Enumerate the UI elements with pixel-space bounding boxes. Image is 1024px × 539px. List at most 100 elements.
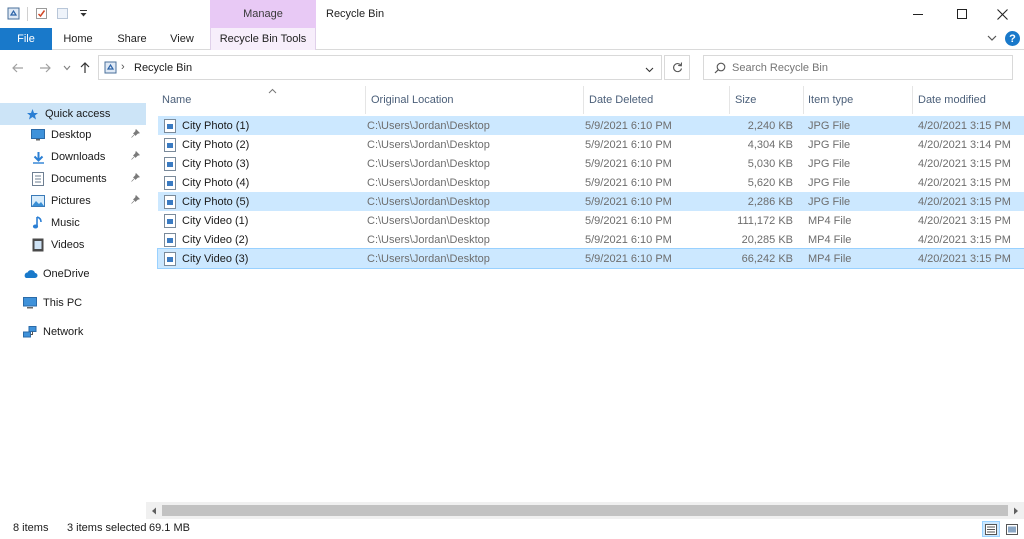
nav-quick-access[interactable]: Quick access bbox=[0, 103, 146, 125]
maximize-button[interactable] bbox=[940, 0, 984, 28]
nav-item-documents[interactable]: Documents bbox=[0, 168, 146, 190]
cell-date-modified: 4/20/2021 3:15 PM bbox=[918, 214, 1011, 227]
image-file-icon bbox=[164, 137, 176, 152]
customize-qat-chevron-icon[interactable] bbox=[76, 6, 91, 21]
column-divider[interactable] bbox=[583, 86, 584, 114]
refresh-button[interactable] bbox=[664, 55, 690, 80]
table-row[interactable]: City Video (3) C:\Users\Jordan\Desktop 5/9… bbox=[157, 248, 1024, 269]
nav-this-pc[interactable]: This PC bbox=[0, 292, 146, 314]
tab-share[interactable]: Share bbox=[108, 28, 156, 50]
cell-item-type: JPG File bbox=[808, 138, 851, 151]
nav-item-pictures[interactable]: Pictures bbox=[0, 190, 146, 212]
cell-date-modified: 4/20/2021 3:15 PM bbox=[918, 233, 1011, 246]
cell-original-location: C:\Users\Jordan\Desktop bbox=[367, 138, 490, 151]
close-button[interactable] bbox=[980, 0, 1024, 28]
back-button[interactable] bbox=[9, 59, 27, 77]
recycle-bin-app-icon[interactable] bbox=[6, 6, 21, 21]
cell-original-location: C:\Users\Jordan\Desktop bbox=[367, 233, 490, 246]
manage-context-tab[interactable]: Manage bbox=[210, 0, 316, 28]
column-header-date-modified[interactable]: Date modified bbox=[914, 86, 1024, 114]
search-input[interactable] bbox=[732, 61, 992, 74]
pin-icon[interactable] bbox=[131, 172, 141, 184]
large-icons-view-button[interactable] bbox=[1003, 521, 1021, 537]
column-divider[interactable] bbox=[365, 86, 366, 114]
cell-name[interactable]: City Photo (4) bbox=[164, 173, 364, 192]
nav-item-label: Videos bbox=[51, 239, 85, 251]
video-file-icon bbox=[164, 213, 176, 228]
properties-icon[interactable] bbox=[34, 6, 49, 21]
nav-item-label: Pictures bbox=[51, 195, 91, 207]
table-row[interactable]: City Photo (3) C:\Users\Jordan\Desktop 5/9… bbox=[158, 154, 1024, 173]
search-icon bbox=[714, 62, 726, 74]
column-divider[interactable] bbox=[729, 86, 730, 114]
cell-name[interactable]: City Photo (3) bbox=[164, 154, 364, 173]
nav-item-videos[interactable]: Videos bbox=[0, 234, 146, 256]
forward-button[interactable] bbox=[36, 59, 54, 77]
video-file-icon bbox=[164, 232, 176, 247]
search-box[interactable] bbox=[703, 55, 1013, 80]
recent-locations-chevron-icon[interactable] bbox=[58, 59, 76, 77]
pin-icon[interactable] bbox=[131, 128, 141, 140]
tab-home[interactable]: Home bbox=[54, 28, 102, 50]
cell-size: 66,242 KB bbox=[741, 252, 793, 265]
cell-date-deleted: 5/9/2021 6:10 PM bbox=[585, 233, 672, 246]
cell-name[interactable]: City Video (1) bbox=[164, 211, 364, 230]
address-bar[interactable]: › Recycle Bin bbox=[98, 55, 662, 80]
cell-name[interactable]: City Photo (1) bbox=[164, 116, 364, 135]
cell-original-location: C:\Users\Jordan\Desktop bbox=[367, 214, 490, 227]
cell-name[interactable]: City Video (2) bbox=[164, 230, 364, 249]
file-name: City Video (1) bbox=[182, 214, 249, 227]
table-row[interactable]: City Photo (5) C:\Users\Jordan\Desktop 5/9… bbox=[158, 192, 1024, 211]
breadcrumb[interactable]: Recycle Bin bbox=[134, 62, 192, 74]
breadcrumb-chevron-icon[interactable]: › bbox=[121, 61, 125, 73]
scroll-left-icon[interactable] bbox=[146, 502, 162, 519]
cell-name[interactable]: City Video (3) bbox=[164, 249, 364, 268]
nav-network[interactable]: Network bbox=[0, 321, 146, 343]
cell-name[interactable]: City Photo (2) bbox=[164, 135, 364, 154]
nav-onedrive[interactable]: OneDrive bbox=[0, 263, 146, 285]
nav-item-desktop[interactable]: Desktop bbox=[0, 124, 146, 146]
pin-icon[interactable] bbox=[131, 150, 141, 162]
table-row[interactable]: City Photo (4) C:\Users\Jordan\Desktop 5/9… bbox=[158, 173, 1024, 192]
table-row[interactable]: City Video (2) C:\Users\Jordan\Desktop 5/9… bbox=[158, 230, 1024, 249]
details-view-button[interactable] bbox=[982, 521, 1000, 537]
cell-original-location: C:\Users\Jordan\Desktop bbox=[367, 157, 490, 170]
status-selected-size: 69.1 MB bbox=[149, 522, 190, 534]
cell-name[interactable]: City Photo (5) bbox=[164, 192, 364, 211]
help-icon[interactable]: ? bbox=[1005, 31, 1020, 46]
nav-item-label: Music bbox=[51, 217, 80, 229]
horizontal-scrollbar[interactable] bbox=[146, 502, 1024, 519]
new-folder-icon[interactable] bbox=[55, 6, 70, 21]
column-header-size[interactable]: Size bbox=[731, 86, 803, 114]
tab-view[interactable]: View bbox=[160, 28, 204, 50]
star-icon bbox=[24, 106, 40, 122]
expand-ribbon-chevron-icon[interactable] bbox=[987, 33, 997, 45]
recycle-bin-icon bbox=[104, 61, 117, 77]
up-button[interactable] bbox=[76, 59, 94, 77]
table-row[interactable]: City Photo (1) C:\Users\Jordan\Desktop 5/9… bbox=[158, 116, 1024, 135]
scrollbar-thumb[interactable] bbox=[162, 505, 1008, 516]
status-bar: 8 items 3 items selected 69.1 MB bbox=[0, 519, 1024, 539]
pin-icon[interactable] bbox=[131, 194, 141, 206]
pictures-icon bbox=[30, 193, 46, 209]
table-row[interactable]: City Photo (2) C:\Users\Jordan\Desktop 5/9… bbox=[158, 135, 1024, 154]
desktop-icon bbox=[30, 127, 46, 143]
cell-date-modified: 4/20/2021 3:14 PM bbox=[918, 138, 1011, 151]
downloads-icon bbox=[30, 149, 46, 165]
cell-item-type: JPG File bbox=[808, 176, 851, 189]
tab-recycle-bin-tools[interactable]: Recycle Bin Tools bbox=[210, 28, 316, 50]
column-header-item-type[interactable]: Item type bbox=[804, 86, 912, 114]
address-history-chevron-icon[interactable] bbox=[645, 64, 654, 76]
column-divider[interactable] bbox=[912, 86, 913, 114]
tab-file[interactable]: File bbox=[0, 28, 52, 50]
scroll-right-icon[interactable] bbox=[1008, 502, 1024, 519]
file-name: City Photo (1) bbox=[182, 119, 250, 132]
minimize-button[interactable] bbox=[896, 0, 940, 28]
nav-item-music[interactable]: Music bbox=[0, 212, 146, 234]
table-row[interactable]: City Video (1) C:\Users\Jordan\Desktop 5/9… bbox=[158, 211, 1024, 230]
cell-date-deleted: 5/9/2021 6:10 PM bbox=[585, 195, 672, 208]
nav-item-downloads[interactable]: Downloads bbox=[0, 146, 146, 168]
column-header-name[interactable]: Name bbox=[158, 86, 364, 114]
column-header-date-deleted[interactable]: Date Deleted bbox=[585, 86, 729, 114]
column-header-original-location[interactable]: Original Location bbox=[367, 86, 583, 114]
